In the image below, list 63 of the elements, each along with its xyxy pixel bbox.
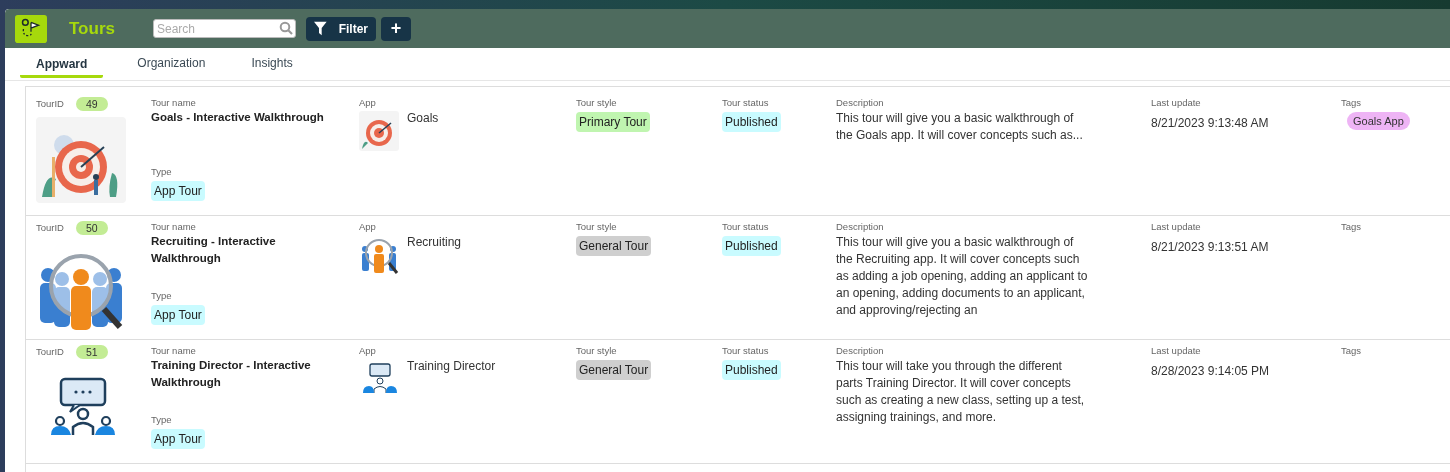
- tour-id-badge: 50: [76, 221, 108, 235]
- field-label: Last update: [1151, 221, 1201, 233]
- tour-id-badge: 51: [76, 345, 108, 359]
- field-label: Type: [151, 414, 172, 426]
- field-label: Tour style: [576, 221, 617, 233]
- app-name: Recruiting: [407, 235, 462, 249]
- tour-name: Recruiting - Interactive Walkthrough: [151, 234, 277, 266]
- field-label: Tour status: [722, 97, 769, 109]
- tour-style-chip: General Tour: [576, 360, 652, 380]
- description-text: This tour will give you a basic walkthrough of the Recruiting app. It will cover concepts such as adding a job opening, adding an applicant to an opening, adding documents to an applicant, and approving/rejecting an: [836, 234, 1089, 319]
- type-chip: App Tour: [151, 181, 205, 201]
- last-update-date: 8/28/2023 9:14:05 PM: [1151, 364, 1270, 378]
- status-chip: Published: [722, 360, 781, 380]
- field-label: Last update: [1151, 97, 1201, 109]
- field-label: Description: [836, 97, 884, 109]
- last-update-date: 8/21/2023 9:13:51 AM: [1151, 240, 1269, 254]
- field-label: Tour name: [151, 345, 196, 357]
- tour-style-chip: Primary Tour: [576, 112, 650, 132]
- app-name: Training Director: [407, 359, 496, 373]
- field-label: Description: [836, 345, 884, 357]
- tab[interactable]: Organization: [125, 48, 218, 80]
- field-label: Tags: [1341, 97, 1362, 109]
- description-text: This tour will take you through the different parts Training Director. It will cover concepts such as creating a new class, setting up a test, assigning trainings, and more.: [836, 358, 1086, 426]
- field-label: TourID: [36, 346, 64, 358]
- field-label: App: [359, 97, 376, 109]
- field-label: App: [359, 345, 376, 357]
- page-title: Tours: [69, 18, 116, 39]
- description-text: This tour will give you a basic walkthrough of the Goals app. It will cover concepts such as...: [836, 110, 1084, 144]
- field-label: Tour style: [576, 97, 617, 109]
- field-label: TourID: [36, 222, 64, 234]
- field-label: Tour name: [151, 97, 196, 109]
- field-label: Last update: [1151, 345, 1201, 357]
- search-icon: [279, 21, 293, 35]
- field-label: Type: [151, 290, 172, 302]
- field-label: Tour status: [722, 345, 769, 357]
- status-chip: Published: [722, 112, 781, 132]
- tour-name: Training Director - Interactive Walkthrough: [151, 358, 312, 390]
- app-name: Goals: [407, 111, 439, 125]
- field-label: Tour name: [151, 221, 196, 233]
- target-thumbnail: [359, 111, 399, 151]
- search-field[interactable]: Search: [153, 19, 296, 38]
- field-label: TourID: [36, 98, 64, 110]
- field-label: Type: [151, 166, 172, 178]
- field-label: App: [359, 221, 376, 233]
- field-label: Description: [836, 221, 884, 233]
- status-chip: Published: [722, 236, 781, 256]
- tag-chip: Goals App: [1347, 112, 1410, 130]
- tab[interactable]: Appward: [20, 48, 104, 78]
- field-label: Tour status: [722, 221, 769, 233]
- tour-style-chip: General Tour: [576, 236, 652, 256]
- type-chip: App Tour: [151, 429, 205, 449]
- type-chip: App Tour: [151, 305, 205, 325]
- field-label: Tags: [1341, 221, 1362, 233]
- field-label: Tags: [1341, 345, 1362, 357]
- add-button[interactable]: +: [381, 16, 411, 41]
- map-flag-logo-icon: [15, 13, 47, 44]
- tour-name: Goals - Interactive Walkthrough: [151, 110, 325, 125]
- field-label: Tour style: [576, 345, 617, 357]
- funnel-icon: [314, 21, 327, 36]
- last-update-date: 8/21/2023 9:13:48 AM: [1151, 116, 1269, 130]
- tour-id-badge: 49: [76, 97, 108, 111]
- filter-button[interactable]: Filter: [306, 16, 376, 41]
- tab[interactable]: Insights: [239, 48, 305, 80]
